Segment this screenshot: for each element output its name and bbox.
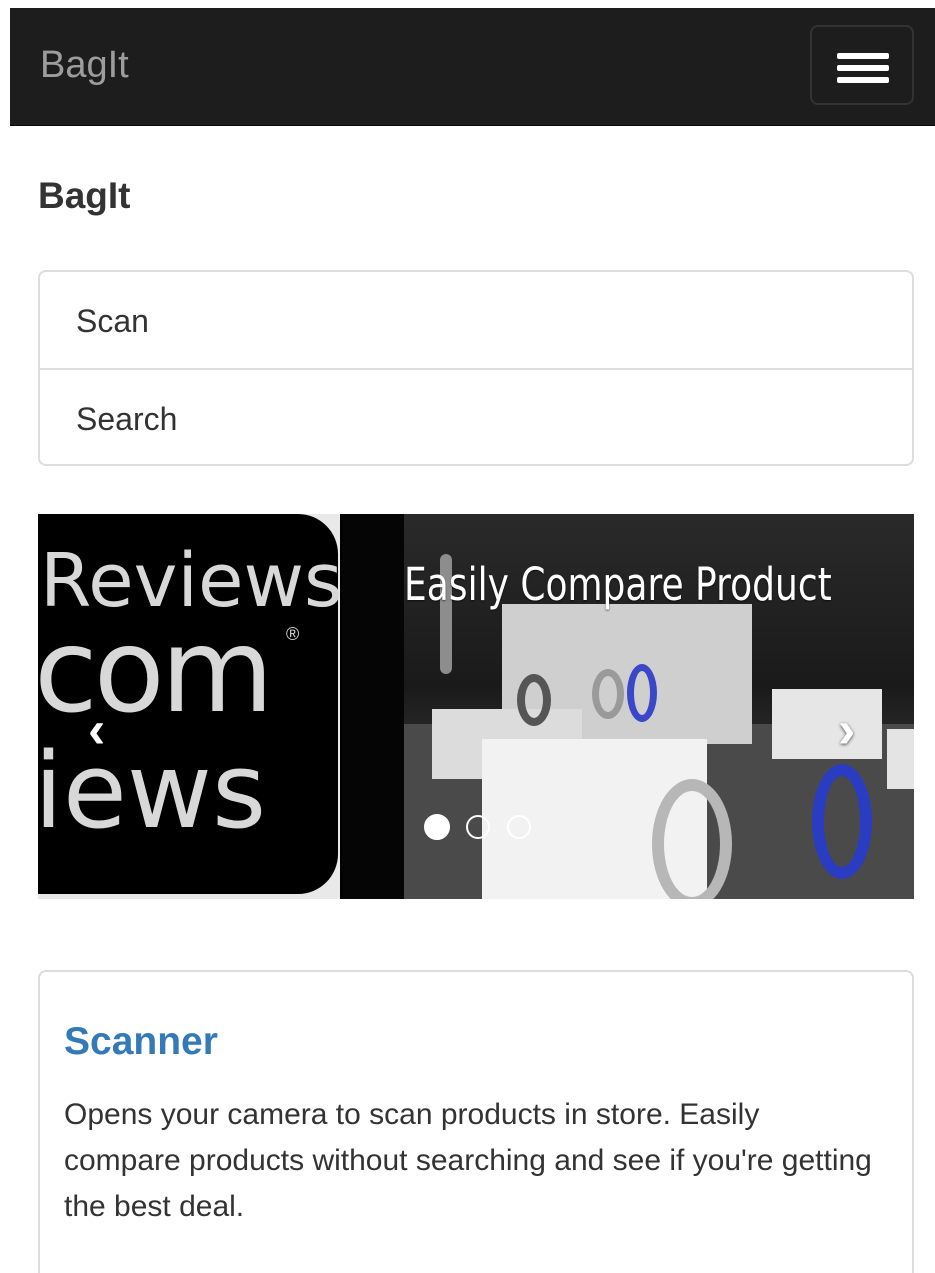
carousel-prev-button[interactable]: ‹ [88, 704, 105, 756]
scanner-card: Scanner Opens your camera to scan produc… [38, 970, 914, 1273]
carousel-indicator-1[interactable] [424, 814, 450, 840]
logo-text-line: com [38, 604, 274, 739]
carousel-indicator-3[interactable] [506, 815, 531, 839]
list-item-scan[interactable]: Scan [40, 272, 912, 368]
carousel-next-button[interactable]: › [838, 704, 855, 756]
top-navbar: BagIt [10, 8, 935, 126]
carousel-slide-reviews-logo: Reviews com ® iews [38, 514, 340, 899]
carousel-indicator-2[interactable] [466, 815, 491, 839]
chevron-right-icon: › [838, 701, 856, 759]
page-title: BagIt [38, 175, 131, 216]
image-carousel: Reviews com ® iews Easily Compare Produc… [38, 514, 914, 899]
carousel-caption: Easily Compare Product [404, 558, 832, 611]
scanner-card-description: Opens your camera to scan products in st… [64, 1098, 872, 1223]
chevron-left-icon: ‹ [88, 701, 106, 759]
menu-toggle-button[interactable] [810, 25, 914, 105]
carousel-indicators [424, 814, 543, 840]
navbar-brand[interactable]: BagIt [40, 46, 129, 84]
list-item-search[interactable]: Search [40, 368, 912, 464]
registered-mark: ® [286, 624, 300, 644]
scanner-card-title[interactable]: Scanner [64, 1020, 218, 1064]
logo-text-line: iews [38, 730, 267, 852]
carousel-slide-showroom: Easily Compare Product [342, 514, 914, 899]
action-list: Scan Search [38, 270, 914, 466]
